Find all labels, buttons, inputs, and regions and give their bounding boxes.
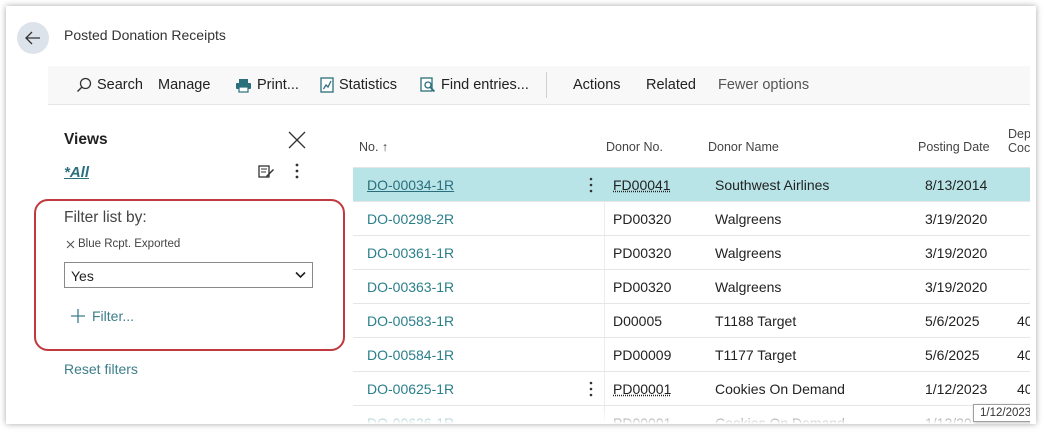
search-icon xyxy=(77,77,92,92)
edit-view-icon[interactable] xyxy=(258,164,275,179)
filter-list-by-label: Filter list by: xyxy=(64,209,147,226)
grid-header: No. ↑ Donor No. Donor Name Posting Date … xyxy=(353,119,1030,167)
donor-no-cell[interactable]: D00005 xyxy=(613,313,662,329)
date-tooltip: 1/12/2023 xyxy=(973,404,1030,422)
receipt-no-link[interactable]: DO-00625-1R xyxy=(367,381,454,397)
actions-label: Actions xyxy=(573,77,621,93)
manage-button[interactable]: Manage xyxy=(158,75,210,95)
more-options-icon[interactable] xyxy=(294,162,300,180)
donor-no-cell[interactable]: PD00001 xyxy=(613,381,671,397)
related-menu[interactable]: Related xyxy=(646,75,696,95)
receipt-no-link[interactable]: DO-00298-2R xyxy=(367,211,454,227)
fewer-options-button[interactable]: Fewer options xyxy=(718,75,809,95)
arrow-left-icon xyxy=(25,31,40,45)
actions-menu[interactable]: Actions xyxy=(573,75,621,95)
active-filter-chip[interactable]: Blue Rcpt. Exported xyxy=(66,238,180,250)
receipt-no-link[interactable]: DO-00583-1R xyxy=(367,313,454,329)
column-header-dept-line1: Dep xyxy=(1008,127,1030,141)
search-label: Search xyxy=(97,77,143,93)
donor-name-cell: T1177 Target xyxy=(715,347,797,363)
column-header-posting-date[interactable]: Posting Date xyxy=(918,140,990,154)
column-header-no[interactable]: No. ↑ xyxy=(359,140,388,154)
page-title: Posted Donation Receipts xyxy=(64,27,226,43)
add-filter-button[interactable]: Filter... xyxy=(70,308,134,324)
donor-name-cell: T1188 Target xyxy=(715,313,797,329)
search-button[interactable]: Search xyxy=(76,75,143,95)
filter-value: Yes xyxy=(71,268,94,284)
donor-name-cell: Walgreens xyxy=(715,279,782,295)
donor-no-cell[interactable]: PD00320 xyxy=(613,279,671,295)
receipt-no-link[interactable]: DO-00034-1R xyxy=(367,177,454,193)
receipt-no-link[interactable]: DO-00363-1R xyxy=(367,279,454,295)
table-row[interactable]: DO-00584-1R PD00009 T1177 Target 5/6/2025 40 xyxy=(353,337,1030,372)
posting-date-cell: 3/19/2020 xyxy=(925,245,988,261)
column-header-donor-no[interactable]: Donor No. xyxy=(606,140,663,154)
dept-code-cell: 40 xyxy=(1017,347,1030,363)
posting-date-cell: 5/6/2025 xyxy=(925,313,980,329)
table-row[interactable]: DO-00034-1R FD00041 Southwest Airlines 8/13… xyxy=(353,167,1030,202)
donor-no-cell[interactable]: FD00041 xyxy=(613,177,671,193)
views-heading: Views xyxy=(64,131,108,148)
table-row[interactable]: DO-00361-1R PD00320 Walgreens 3/19/2020 xyxy=(353,235,1030,270)
donor-name-cell: Walgreens xyxy=(715,211,782,227)
donor-name-cell: Cookies On Demand xyxy=(715,381,845,397)
dept-code-cell: 40 xyxy=(1017,381,1030,397)
back-button[interactable] xyxy=(17,22,49,54)
fewer-options-label: Fewer options xyxy=(718,77,810,93)
filter-value-select[interactable]: Yes xyxy=(64,262,313,288)
manage-label: Manage xyxy=(158,77,211,93)
add-filter-label: Filter... xyxy=(92,308,135,324)
row-more-options-icon[interactable] xyxy=(588,177,594,193)
donor-no-cell[interactable]: PD00009 xyxy=(613,347,671,363)
column-header-dept[interactable]: Dep Coc xyxy=(1008,127,1030,155)
print-button[interactable]: Print... xyxy=(235,75,299,95)
posting-date-cell: 3/19/2020 xyxy=(925,211,988,227)
row-more-options-icon[interactable] xyxy=(588,381,594,397)
app-window: Posted Donation Receipts Search Manage P… xyxy=(6,6,1036,424)
grid-bottom-fade xyxy=(353,409,1030,424)
reset-filters-link[interactable]: Reset filters xyxy=(64,361,138,377)
find-entries-icon xyxy=(420,77,436,93)
plus-icon xyxy=(71,309,85,323)
statistics-label: Statistics xyxy=(339,77,398,93)
dept-code-cell: 40 xyxy=(1017,313,1030,329)
statistics-button[interactable]: Statistics xyxy=(320,75,397,95)
donor-no-cell[interactable]: PD00320 xyxy=(613,245,671,261)
receipt-no-link[interactable]: DO-00584-1R xyxy=(367,347,454,363)
table-row[interactable]: DO-00363-1R PD00320 Walgreens 3/19/2020 xyxy=(353,269,1030,304)
find-entries-label: Find entries... xyxy=(441,77,529,93)
posting-date-cell: 1/12/2023 xyxy=(925,381,988,397)
data-grid: No. ↑ Donor No. Donor Name Posting Date … xyxy=(353,119,1030,424)
chevron-down-icon xyxy=(295,271,306,279)
active-filter-label: Blue Rcpt. Exported xyxy=(78,238,181,250)
receipt-no-link[interactable]: DO-00361-1R xyxy=(367,245,454,261)
donor-name-cell: Southwest Airlines xyxy=(715,177,830,193)
donor-no-cell[interactable]: PD00320 xyxy=(613,211,671,227)
table-row[interactable]: DO-00583-1R D00005 T1188 Target 5/6/2025 40 xyxy=(353,303,1030,338)
posting-date-cell: 8/13/2014 xyxy=(925,177,988,193)
find-entries-button[interactable]: Find entries... xyxy=(420,75,529,95)
close-icon[interactable] xyxy=(286,129,308,151)
table-row[interactable]: DO-00298-2R PD00320 Walgreens 3/19/2020 xyxy=(353,201,1030,236)
donor-name-cell: Walgreens xyxy=(715,245,782,261)
print-label: Print... xyxy=(257,77,299,93)
view-all-link[interactable]: *All xyxy=(64,164,89,181)
action-bar: Search Manage Print... Statistics Find e… xyxy=(48,66,1030,105)
related-label: Related xyxy=(646,77,696,93)
posting-date-cell: 5/6/2025 xyxy=(925,347,980,363)
statistics-icon xyxy=(320,77,334,93)
remove-filter-icon[interactable] xyxy=(66,240,75,249)
column-header-dept-line2: Coc xyxy=(1008,141,1030,155)
table-row[interactable]: DO-00625-1R PD00001 Cookies On Demand 1/12/… xyxy=(353,371,1030,406)
printer-icon xyxy=(236,78,251,93)
action-separator xyxy=(546,72,547,98)
posting-date-cell: 3/19/2020 xyxy=(925,279,988,295)
column-header-donor-name[interactable]: Donor Name xyxy=(708,140,779,154)
